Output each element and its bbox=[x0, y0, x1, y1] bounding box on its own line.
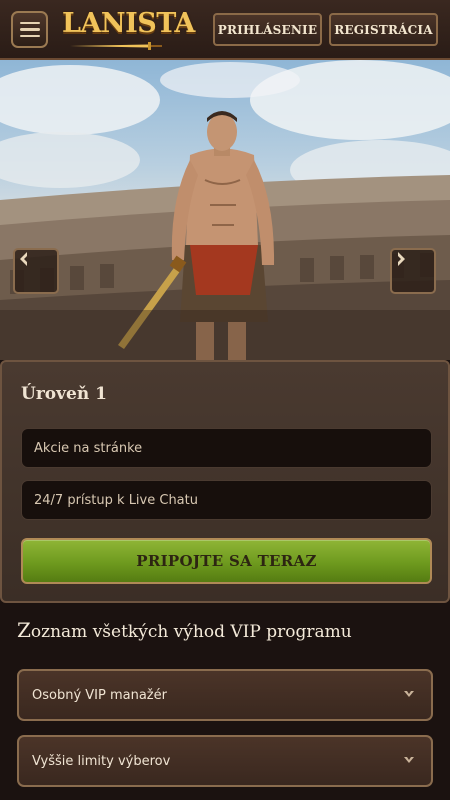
vip-benefits-heading: Zoznam všetkých výhod VIP programu bbox=[17, 618, 437, 642]
benefit-item: Akcie na stránke bbox=[21, 428, 432, 468]
heading-rest: oznam všetkých výhod VIP programu bbox=[30, 622, 352, 642]
accordion-item-withdrawal-limits[interactable]: Vyššie limity výberov bbox=[17, 735, 433, 787]
vip-level-card: Úroveň 1 Akcie na stránke 24/7 prístup k… bbox=[0, 360, 450, 603]
chevron-down-icon bbox=[404, 691, 414, 697]
chevron-left-icon bbox=[20, 252, 27, 266]
level-title: Úroveň 1 bbox=[21, 384, 107, 404]
menu-line bbox=[19, 34, 40, 38]
accordion-label: Osobný VIP manažér bbox=[32, 687, 167, 703]
chevron-right-icon bbox=[398, 252, 405, 266]
register-button[interactable]: REGISTRÁCIA bbox=[329, 13, 438, 46]
sword-icon bbox=[70, 42, 162, 50]
join-now-button[interactable]: PRIPOJTE SA TERAZ bbox=[21, 538, 432, 584]
carousel-prev-button[interactable] bbox=[13, 248, 59, 294]
chevron-down-icon bbox=[404, 757, 414, 763]
benefit-item: 24/7 prístup k Live Chatu bbox=[21, 480, 432, 520]
hero-banner bbox=[0, 60, 450, 360]
carousel-next-button[interactable] bbox=[390, 248, 436, 294]
accordion-label: Vyššie limity výberov bbox=[32, 753, 171, 769]
accordion-item-personal-manager[interactable]: Osobný VIP manažér bbox=[17, 669, 433, 721]
top-header: LANISTA PRIHLÁSENIE REGISTRÁCIA bbox=[0, 0, 450, 60]
menu-line bbox=[19, 28, 40, 31]
login-button[interactable]: PRIHLÁSENIE bbox=[213, 13, 322, 46]
lanista-logo[interactable]: LANISTA bbox=[62, 8, 195, 52]
menu-line bbox=[19, 21, 40, 25]
logo-text: LANISTA bbox=[62, 8, 195, 39]
arena-gladiator-image bbox=[0, 60, 450, 360]
heading-initial: Z bbox=[17, 618, 31, 642]
hamburger-menu-button[interactable] bbox=[11, 11, 48, 48]
